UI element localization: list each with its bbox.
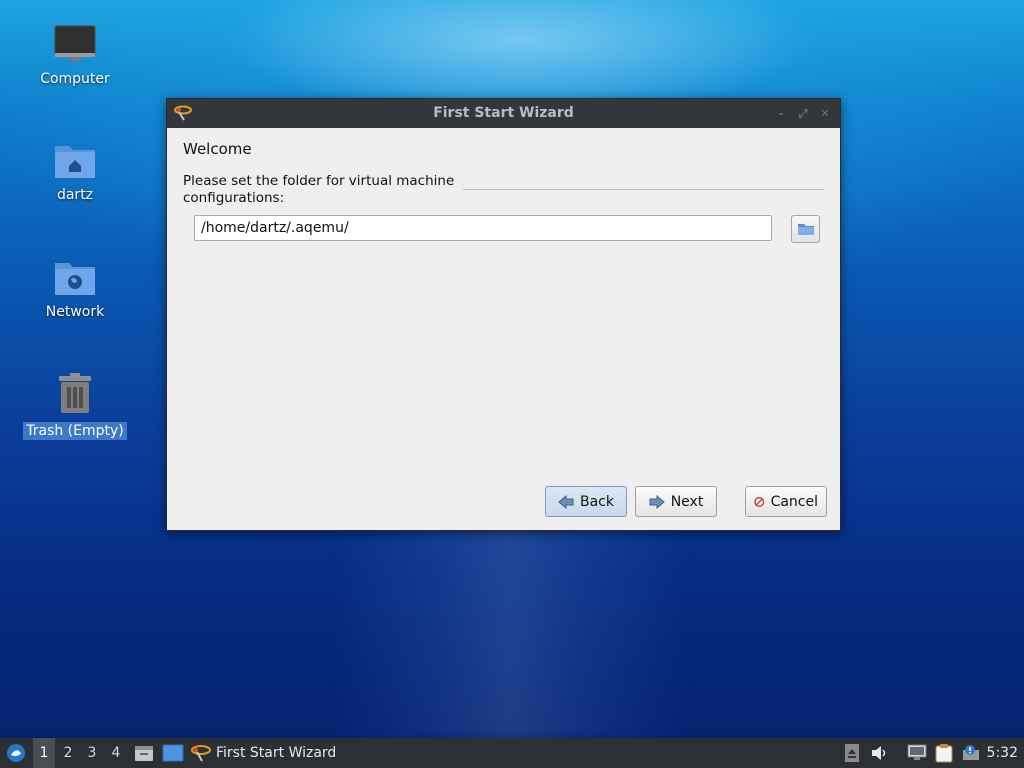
desktop-icon-label: dartz [56,187,94,203]
wizard-page: Welcome Please set the folder for virtua… [167,129,840,530]
eject-icon [845,744,859,762]
folder-path-input[interactable] [194,215,772,241]
maximize-icon[interactable]: ⤢ [796,107,810,121]
back-button[interactable]: Back [545,486,627,517]
aqemu-app-icon [191,745,211,762]
taskbar-window-title: First Start Wizard [216,745,337,761]
start-menu-button[interactable] [4,738,28,768]
desktop-icon-computer[interactable]: Computer [20,24,130,88]
tray-clipboard-button[interactable] [933,738,955,768]
show-desktop-button[interactable] [161,738,185,768]
cancel-icon [754,496,765,507]
home-folder-icon [55,146,95,178]
next-button-label: Next [670,493,704,510]
wizard-window: First Start Wizard – ⤢ ✕ Welcome Please … [166,98,841,531]
desktop-icon-label: Trash (Empty) [23,422,127,440]
network-wired-icon [907,744,927,760]
lubuntu-logo-icon [7,744,25,762]
desktop-icon [162,744,184,762]
desktop-icon-home[interactable]: dartz [20,140,130,204]
aqemu-app-icon [174,105,192,121]
desktop-icon-label: Network [45,304,105,320]
arrow-right-icon [649,494,665,509]
tray-updates-button[interactable] [959,738,983,768]
window-titlebar[interactable]: First Start Wizard – ⤢ ✕ [167,99,840,128]
arrow-left-icon [558,494,574,509]
update-notification-icon [963,745,979,760]
volume-icon [872,746,886,760]
window-title: First Start Wizard [433,105,574,121]
taskbar: 1 2 3 4 First Start Wizard 5:32 [0,738,1024,768]
minimize-icon[interactable]: – [774,107,788,121]
tray-network-button[interactable] [905,738,929,768]
clock[interactable]: 5:32 [987,738,1018,768]
browse-folder-button[interactable] [791,215,820,243]
workspace-4[interactable]: 4 [105,738,127,768]
taskbar-window-first-start-wizard[interactable]: First Start Wizard [190,738,344,768]
trash-icon [59,373,91,413]
tray-eject-button[interactable] [843,738,861,768]
folder-icon [797,224,814,235]
desktop-icon-trash[interactable]: Trash (Empty) [20,372,130,440]
network-folder-icon [55,263,95,295]
page-title: Welcome [183,140,252,158]
workspace-2[interactable]: 2 [57,738,79,768]
clipboard-icon [935,744,953,763]
workspace-1[interactable]: 1 [33,738,55,768]
workspace-3[interactable]: 3 [81,738,103,768]
desktop-icon-label: Computer [40,71,110,87]
back-button-label: Back [580,493,614,510]
group-divider [463,189,824,190]
folder-label: Please set the folder for virtual machin… [183,173,455,206]
cancel-button-label: Cancel [770,493,818,510]
tray-volume-button[interactable] [869,738,891,768]
monitor-icon [54,25,96,61]
next-button[interactable]: Next [635,486,717,517]
file-manager-launcher[interactable] [133,738,155,768]
cancel-button[interactable]: Cancel [745,486,827,517]
desktop-icon-network[interactable]: Network [20,257,130,321]
file-manager-icon [135,746,153,761]
close-icon[interactable]: ✕ [818,107,832,121]
